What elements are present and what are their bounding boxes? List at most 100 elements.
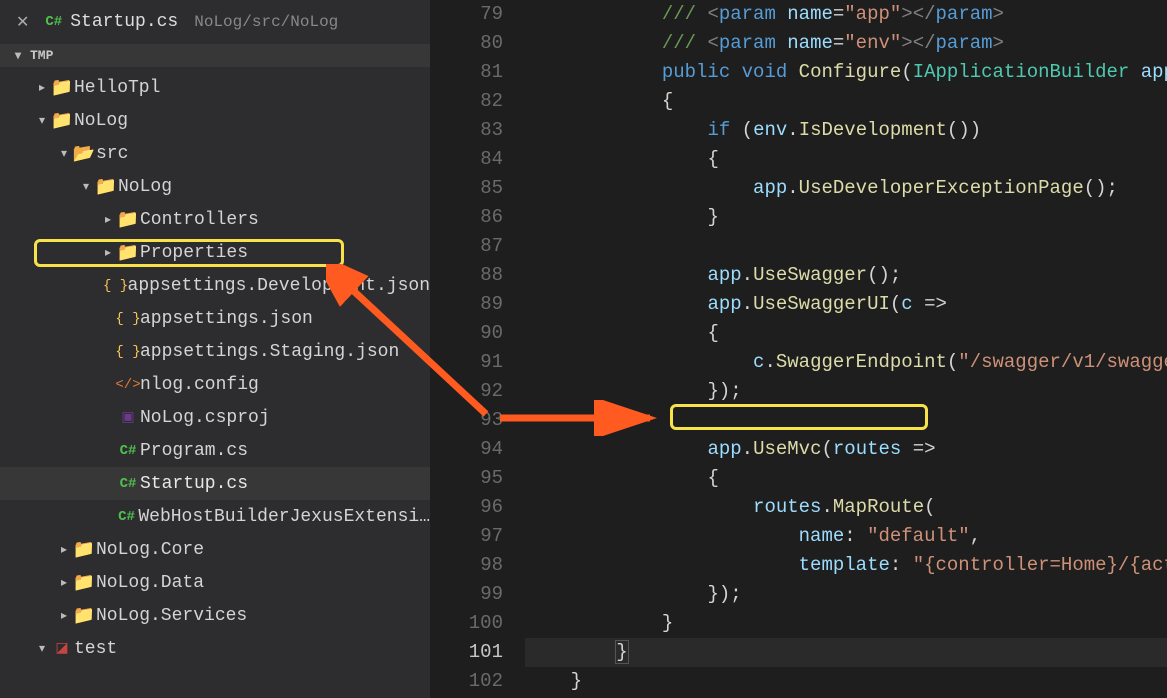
- tree-item-controllers[interactable]: 📁Controllers: [0, 203, 430, 236]
- tree-item-nolog-core[interactable]: 📁NoLog.Core: [0, 533, 430, 566]
- code-line[interactable]: }: [525, 203, 1167, 232]
- code-line[interactable]: if (env.IsDevelopment()): [525, 116, 1167, 145]
- close-icon[interactable]: ✕: [16, 12, 29, 32]
- code-line[interactable]: {: [525, 464, 1167, 493]
- code-line[interactable]: });: [525, 580, 1167, 609]
- csproj-icon: ▣: [116, 409, 140, 426]
- tree-item-test[interactable]: ◪test: [0, 632, 430, 665]
- json-icon: { }: [104, 278, 128, 294]
- test-icon: ◪: [50, 640, 74, 657]
- code-line[interactable]: [525, 232, 1167, 261]
- code-line[interactable]: }: [525, 667, 1167, 696]
- tree-item-label: Program.cs: [140, 441, 248, 461]
- code-line[interactable]: app.UseSwagger();: [525, 261, 1167, 290]
- annotation-highlight-sidebar: [34, 239, 344, 267]
- tree-item-label: appsettings.json: [140, 309, 313, 329]
- code-content[interactable]: /// <param name="app"></param> /// <para…: [525, 0, 1167, 698]
- code-line[interactable]: /// <param name="app"></param>: [525, 0, 1167, 29]
- line-number: 99: [430, 580, 503, 609]
- tree-item-label: HelloTpl: [74, 78, 160, 98]
- folder-icon: 📁: [72, 572, 96, 594]
- tree-item-hellotpl[interactable]: 📁HelloTpl: [0, 71, 430, 104]
- code-line[interactable]: {: [525, 145, 1167, 174]
- line-number: 96: [430, 493, 503, 522]
- annotation-arrow-2: [490, 400, 670, 436]
- tab-bar: ✕ C# Startup.cs NoLog/src/NoLog: [0, 0, 430, 44]
- line-number: 83: [430, 116, 503, 145]
- tree-item-label: NoLog.csproj: [140, 408, 270, 428]
- code-line[interactable]: routes.MapRoute(: [525, 493, 1167, 522]
- line-number: 87: [430, 232, 503, 261]
- chevron-right-icon: [100, 212, 116, 227]
- open-tab[interactable]: ✕ C# Startup.cs NoLog/src/NoLog: [16, 12, 338, 32]
- chevron-down-icon: [34, 641, 50, 656]
- code-line[interactable]: public void Configure(IApplicationBuilde…: [525, 58, 1167, 87]
- chevron-right-icon: [34, 80, 50, 95]
- line-number: 80: [430, 29, 503, 58]
- folder-icon: 📁: [50, 110, 74, 132]
- tree-item-label: WebHostBuilderJexusExtensi…: [138, 507, 430, 527]
- code-line[interactable]: c.SwaggerEndpoint("/swagger/v1/swagger.: [525, 348, 1167, 377]
- code-line[interactable]: }: [525, 638, 1167, 667]
- code-line[interactable]: {: [525, 319, 1167, 348]
- csharp-file-icon: C#: [45, 14, 62, 30]
- line-number: 81: [430, 58, 503, 87]
- line-number: 95: [430, 464, 503, 493]
- line-number: 101: [430, 638, 503, 667]
- tree-item-startup-cs[interactable]: C#Startup.cs: [0, 467, 430, 500]
- folder-icon: 📁: [72, 539, 96, 561]
- tree-item-label: NoLog: [74, 111, 128, 131]
- folder-icon: 📁: [72, 605, 96, 627]
- chevron-down-icon: [10, 48, 26, 63]
- code-editor[interactable]: 7980818283848586878889909192939495969798…: [430, 0, 1167, 698]
- tree-item-label: NoLog.Core: [96, 540, 204, 560]
- annotation-arrow-1: [326, 264, 496, 424]
- chevron-down-icon: [78, 179, 94, 194]
- tree-item-label: Controllers: [140, 210, 259, 230]
- tree-item-label: test: [74, 639, 117, 659]
- tab-path: NoLog/src/NoLog: [194, 13, 338, 31]
- tree-item-nolog-data[interactable]: 📁NoLog.Data: [0, 566, 430, 599]
- code-line[interactable]: app.UseDeveloperExceptionPage();: [525, 174, 1167, 203]
- folder-green-icon: 📂: [72, 143, 96, 165]
- line-number: 98: [430, 551, 503, 580]
- csharp-icon: C#: [116, 476, 140, 492]
- tree-item-label: NoLog.Data: [96, 573, 204, 593]
- annotation-highlight-code: [670, 404, 928, 430]
- code-line[interactable]: {: [525, 87, 1167, 116]
- code-line[interactable]: /// <param name="env"></param>: [525, 29, 1167, 58]
- tab-filename: Startup.cs: [70, 12, 178, 32]
- line-number: 97: [430, 522, 503, 551]
- line-number: 85: [430, 174, 503, 203]
- code-line[interactable]: app.UseSwaggerUI(c =>: [525, 290, 1167, 319]
- csharp-icon: C#: [116, 443, 140, 459]
- line-number: 100: [430, 609, 503, 638]
- line-number: 94: [430, 435, 503, 464]
- line-number: 82: [430, 87, 503, 116]
- line-number: 84: [430, 145, 503, 174]
- tree-item-src[interactable]: 📂src: [0, 137, 430, 170]
- code-line[interactable]: }: [525, 609, 1167, 638]
- tree-item-program-cs[interactable]: C#Program.cs: [0, 434, 430, 467]
- tree-item-label: src: [96, 144, 128, 164]
- tree-item-nolog[interactable]: 📁NoLog: [0, 170, 430, 203]
- tree-item-nolog[interactable]: 📁NoLog: [0, 104, 430, 137]
- tree-item-nolog-services[interactable]: 📁NoLog.Services: [0, 599, 430, 632]
- chevron-right-icon: [56, 608, 72, 623]
- tree-item-webhostbuilderjexusextensi-[interactable]: C#WebHostBuilderJexusExtensi…: [0, 500, 430, 533]
- line-number: 79: [430, 0, 503, 29]
- json-icon: { }: [116, 344, 140, 360]
- folder-icon: 📁: [94, 176, 118, 198]
- tree-item-label: nlog.config: [140, 375, 259, 395]
- tree-item-label: NoLog.Services: [96, 606, 247, 626]
- explorer-section-header[interactable]: TMP: [0, 44, 430, 67]
- code-line[interactable]: app.UseMvc(routes =>: [525, 435, 1167, 464]
- json-icon: { }: [116, 311, 140, 327]
- tree-item-label: NoLog: [118, 177, 172, 197]
- folder-icon: 📁: [50, 77, 74, 99]
- chevron-right-icon: [56, 542, 72, 557]
- xml-icon: </>: [116, 377, 140, 393]
- code-line[interactable]: template: "{controller=Home}/{actio: [525, 551, 1167, 580]
- csharp-icon: C#: [115, 509, 139, 525]
- code-line[interactable]: name: "default",: [525, 522, 1167, 551]
